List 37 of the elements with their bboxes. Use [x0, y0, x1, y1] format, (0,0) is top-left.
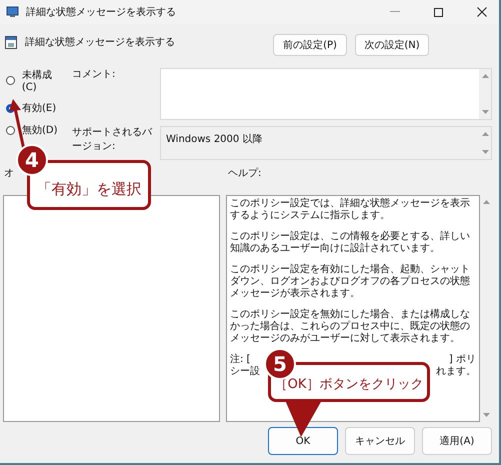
dialog-button[interactable]: 適用(A): [422, 427, 492, 455]
radio-label[interactable]: 未構成(C): [22, 68, 66, 93]
scroll-down-icon[interactable]: [482, 150, 488, 154]
help-label: ヘルプ:: [228, 166, 262, 180]
comment-field[interactable]: [160, 68, 492, 120]
supported-value: Windows 2000 以降: [165, 132, 264, 147]
window-title: 詳細な状態メッセージを表示する: [26, 6, 176, 19]
nav-button[interactable]: 前の設定(P): [273, 34, 347, 56]
options-label: オ: [4, 167, 14, 180]
scroll-up-icon[interactable]: [482, 74, 488, 78]
radio-label[interactable]: 無効(D): [22, 123, 58, 137]
nav-button[interactable]: 次の設定(N): [355, 34, 429, 56]
radio-button[interactable]: [6, 126, 15, 134]
minimize-icon[interactable]: [390, 11, 400, 13]
dialog-button[interactable]: キャンセル: [345, 427, 415, 455]
scroll-up-icon[interactable]: [482, 132, 488, 136]
help-note-text: シー設: [230, 366, 260, 378]
supported-label: サポートされるバージョン:: [72, 126, 154, 153]
help-paragraph: このポリシー設定を無効にした場合、または構成しなかった場合は、これらのプロセス中に、既定の状態のメッセージのみがユーザーに対して表示されます。: [230, 309, 471, 345]
dialog-button[interactable]: OK: [268, 427, 338, 455]
setting-title: 詳細な状態メッセージを表示する: [25, 36, 175, 49]
help-note-text: 注: [: [230, 354, 250, 366]
scroll-down-icon[interactable]: [482, 110, 488, 114]
computer-icon: [6, 6, 20, 18]
help-paragraph: このポリシー設定では、詳細な状態メッセージを表示するようにシステムに指示します。: [230, 198, 471, 222]
close-icon[interactable]: [477, 7, 487, 17]
maximize-icon[interactable]: [434, 8, 443, 16]
comment-label: コメント:: [72, 68, 116, 81]
help-paragraph: このポリシー設定は、この情報を必要とする、詳しい知識のあるユーザー向けに設計されています。: [230, 231, 471, 255]
policy-icon: [5, 36, 17, 49]
radio-label[interactable]: 有効(E): [22, 101, 56, 115]
scroll-down-icon[interactable]: [482, 413, 490, 417]
help-note-text: ] ポリ: [448, 354, 476, 366]
help-paragraph: このポリシー設定を有効にした場合、起動、シャットダウン、ログオンおよびログオフの各プロセスの状態メッセージが表示されます。: [230, 264, 471, 300]
help-note-text: れます。: [436, 366, 476, 378]
radio-button[interactable]: [6, 76, 15, 85]
scroll-up-icon[interactable]: [482, 200, 490, 204]
